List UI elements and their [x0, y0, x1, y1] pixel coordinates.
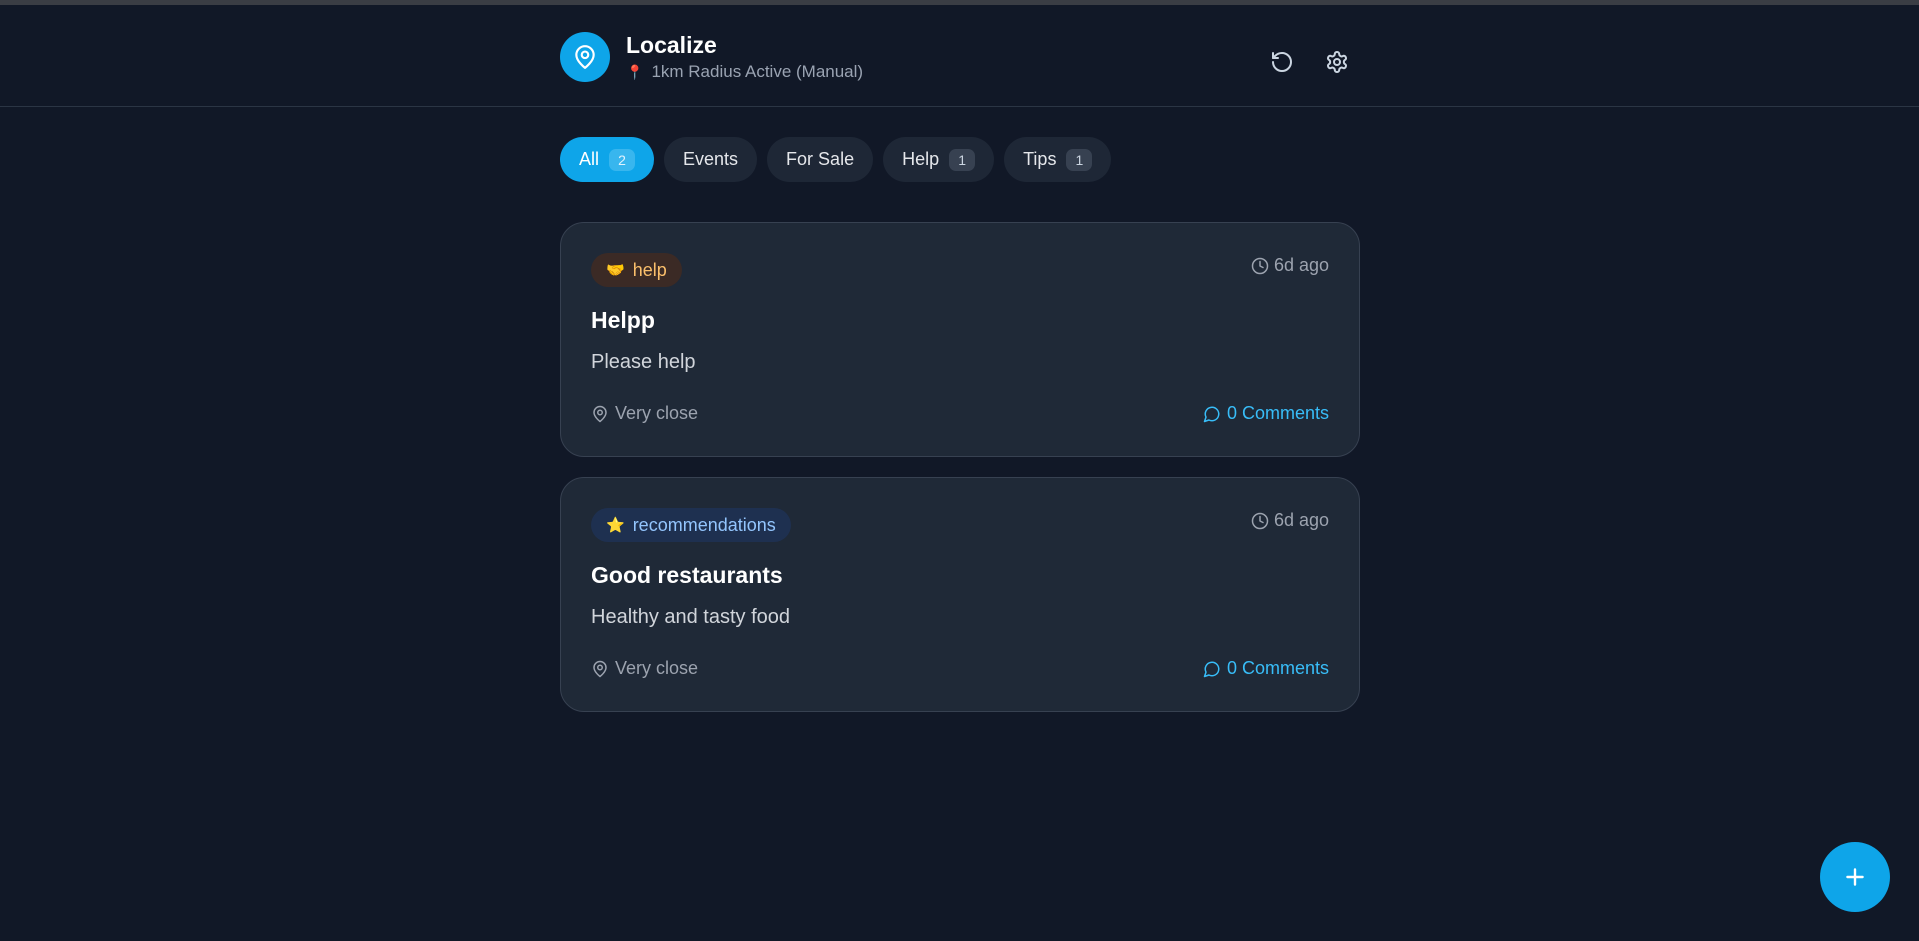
post-time-text: 6d ago — [1273, 510, 1329, 530]
filter-label: Events — [683, 149, 739, 169]
app-title: Localize — [626, 32, 717, 58]
radius-status: 📍 1km Radius Active (Manual) — [626, 62, 863, 82]
filter-events[interactable]: Events — [664, 137, 758, 182]
new-post-button[interactable] — [1820, 842, 1890, 912]
brand-text: Localize 📍 1km Radius Active (Manual) — [626, 31, 863, 82]
post-distance-text: Very close — [615, 403, 699, 423]
location-pin-icon — [593, 405, 607, 422]
filter-label: Help — [902, 149, 940, 169]
post-distance: Very close — [591, 403, 698, 424]
brand: Localize 📍 1km Radius Active (Manual) — [560, 31, 863, 82]
post-time-text: 6d ago — [1273, 255, 1329, 275]
post-time: 6d ago — [1251, 255, 1329, 276]
refresh-button[interactable] — [1265, 45, 1299, 79]
filter-label: All — [579, 149, 600, 169]
radius-status-text: 1km Radius Active (Manual) — [651, 62, 864, 81]
filter-count: 1 — [1066, 148, 1093, 171]
gear-icon — [1327, 51, 1347, 73]
comments-link[interactable]: 0 Comments — [1203, 658, 1329, 679]
comments-link[interactable]: 0 Comments — [1203, 403, 1329, 424]
post-body: Please help — [591, 351, 696, 373]
location-pin-icon — [593, 660, 607, 677]
filter-for-sale[interactable]: For Sale — [767, 137, 874, 182]
filter-help[interactable]: Help 1 — [883, 137, 995, 182]
comments-count: 0 Comments — [1226, 403, 1329, 423]
handshake-icon: 🤝 — [606, 262, 625, 279]
category-tag-label: help — [632, 259, 667, 280]
filter-all[interactable]: All 2 — [560, 137, 655, 182]
comments-count: 0 Comments — [1226, 658, 1329, 678]
location-pin-icon — [560, 31, 610, 82]
post-title: Good restaurants — [591, 562, 783, 588]
post-card[interactable]: 🤝 help 6d ago Helpp Please help Very clo… — [560, 222, 1360, 457]
filter-tips[interactable]: Tips 1 — [1004, 137, 1112, 182]
post-card[interactable]: ⭐ recommendations 6d ago Good restaurant… — [560, 477, 1360, 712]
filter-count: 1 — [949, 148, 976, 171]
category-tag: 🤝 help — [591, 253, 682, 287]
filter-count: 2 — [609, 148, 636, 171]
filter-label: For Sale — [786, 149, 855, 169]
post-time: 6d ago — [1251, 510, 1329, 531]
plus-icon — [1846, 868, 1864, 886]
category-filters: All 2 Events For Sale Help 1 Tips 1 — [560, 137, 1112, 182]
filter-label: Tips — [1023, 149, 1057, 169]
refresh-icon — [1272, 52, 1292, 72]
app-header: Localize 📍 1km Radius Active (Manual) — [0, 5, 1919, 107]
clock-icon — [1251, 257, 1269, 274]
clock-icon — [1251, 512, 1269, 529]
post-distance-text: Very close — [615, 658, 699, 678]
settings-button[interactable] — [1320, 45, 1354, 79]
comment-icon — [1203, 406, 1220, 422]
category-tag: ⭐ recommendations — [591, 508, 791, 542]
post-distance: Very close — [591, 658, 698, 679]
post-body: Healthy and tasty food — [591, 606, 791, 628]
category-tag-label: recommendations — [632, 514, 776, 535]
star-icon: ⭐ — [606, 517, 625, 534]
pushpin-icon: 📍 — [626, 63, 644, 80]
post-title: Helpp — [591, 307, 655, 333]
comment-icon — [1203, 661, 1220, 677]
